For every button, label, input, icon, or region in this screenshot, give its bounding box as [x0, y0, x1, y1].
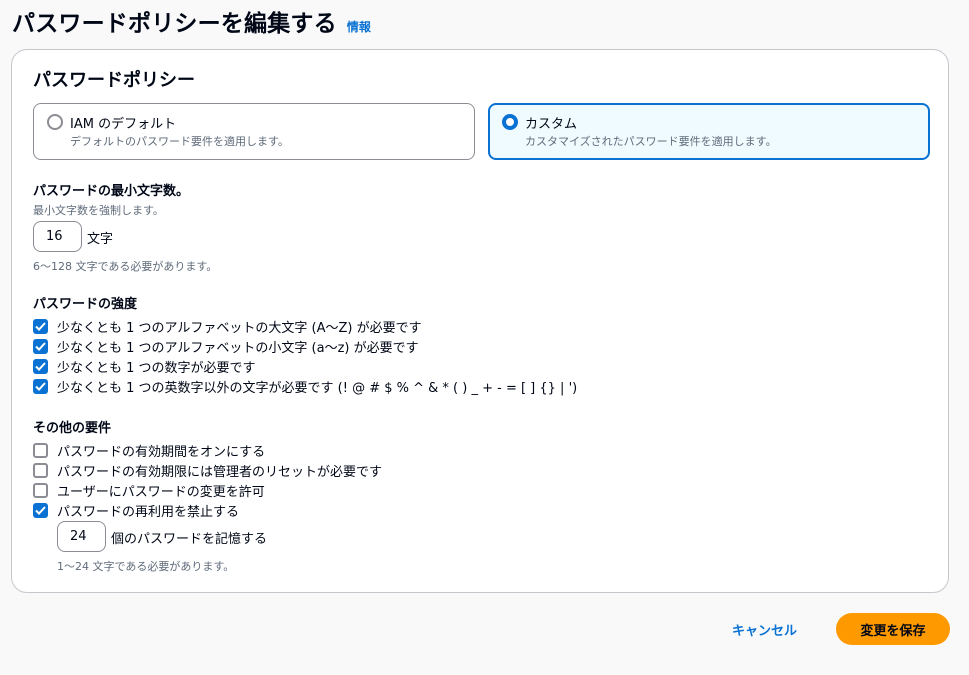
checkbox[interactable]	[33, 338, 48, 354]
radio-custom[interactable]	[502, 114, 518, 130]
other-item-expiration[interactable]: パスワードの有効期間をオンにする	[33, 441, 266, 460]
min-length-constraint: 6〜128 文字である必要があります。	[33, 260, 218, 273]
checkbox[interactable]	[33, 502, 48, 518]
reuse-count-input[interactable]: 24	[57, 521, 106, 552]
checkbox-label: パスワードの再利用を禁止する	[57, 504, 240, 520]
checkbox[interactable]	[33, 482, 48, 498]
tile-custom[interactable]: カスタム カスタマイズされたパスワード要件を適用します。	[488, 103, 930, 160]
strength-item-number[interactable]: 少なくとも 1 つの数字が必要です	[33, 357, 256, 376]
strength-item-symbol[interactable]: 少なくとも 1 つの英数字以外の文字が必要です (! @ # $ % ^ & *…	[33, 377, 578, 396]
checkbox-label: 少なくとも 1 つの英数字以外の文字が必要です (! @ # $ % ^ & *…	[57, 380, 578, 396]
checkbox-label: パスワードの有効期限には管理者のリセットが必要です	[57, 464, 383, 480]
cancel-button[interactable]: キャンセル	[722, 614, 807, 644]
radio-iam-default[interactable]	[47, 114, 63, 130]
checkbox[interactable]	[33, 378, 48, 394]
checkbox-label: パスワードの有効期間をオンにする	[57, 444, 266, 460]
other-item-prevent-reuse[interactable]: パスワードの再利用を禁止する	[33, 501, 240, 520]
min-length-input[interactable]: 16	[33, 221, 82, 252]
checkbox-label: 少なくとも 1 つの数字が必要です	[57, 360, 256, 376]
checkbox[interactable]	[33, 318, 48, 334]
checkbox-label: 少なくとも 1 つのアルファベットの小文字 (a〜z) が必要です	[57, 340, 419, 356]
tile-description: カスタマイズされたパスワード要件を適用します。	[525, 135, 777, 148]
strength-item-uppercase[interactable]: 少なくとも 1 つのアルファベットの大文字 (A〜Z) が必要です	[33, 317, 422, 336]
save-button[interactable]: 変更を保存	[836, 613, 950, 645]
reuse-count-constraint: 1〜24 文字である必要があります。	[57, 560, 235, 573]
other-requirements-label: その他の要件	[33, 421, 112, 436]
checkbox[interactable]	[33, 442, 48, 458]
min-length-suffix: 文字	[87, 232, 114, 247]
container-title: パスワードポリシー	[33, 70, 195, 91]
password-policy-container: パスワードポリシー IAM のデフォルト デフォルトのパスワード要件を適用します…	[11, 49, 949, 593]
strength-label: パスワードの強度	[33, 297, 138, 312]
checkbox[interactable]	[33, 358, 48, 374]
checkbox-label: 少なくとも 1 つのアルファベットの大文字 (A〜Z) が必要です	[57, 320, 422, 336]
min-length-label: パスワードの最小文字数。	[33, 184, 190, 199]
tile-description: デフォルトのパスワード要件を適用します。	[70, 135, 289, 148]
tile-label: IAM のデフォルト	[70, 117, 177, 132]
other-item-admin-reset[interactable]: パスワードの有効期限には管理者のリセットが必要です	[33, 461, 383, 480]
page-header: パスワードポリシーを編集する 情報	[12, 4, 371, 38]
other-item-allow-change[interactable]: ユーザーにパスワードの変更を許可	[33, 481, 265, 500]
info-link[interactable]: 情報	[347, 18, 371, 35]
reuse-count-suffix: 個のパスワードを記憶する	[111, 532, 268, 547]
min-length-description: 最小文字数を強制します。	[33, 204, 164, 217]
strength-item-lowercase[interactable]: 少なくとも 1 つのアルファベットの小文字 (a〜z) が必要です	[33, 337, 419, 356]
page-title: パスワードポリシーを編集する	[12, 11, 337, 37]
tile-iam-default[interactable]: IAM のデフォルト デフォルトのパスワード要件を適用します。	[33, 103, 475, 160]
checkbox-label: ユーザーにパスワードの変更を許可	[57, 484, 265, 500]
checkbox[interactable]	[33, 462, 48, 478]
tile-label: カスタム	[525, 117, 578, 132]
